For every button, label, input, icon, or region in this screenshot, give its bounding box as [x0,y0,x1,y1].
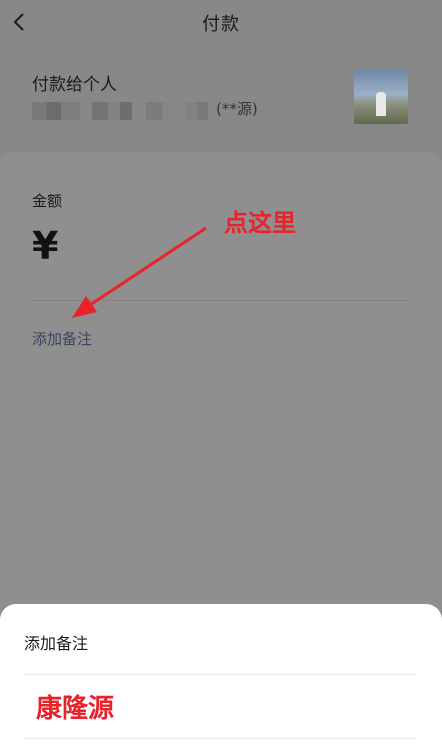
sheet-divider [24,674,416,675]
sheet-title: 添加备注 [24,634,89,653]
sheet-divider [24,738,416,739]
annotation-arrow-icon [72,226,207,318]
add-note-sheet: 添加备注 康隆源 [0,604,442,756]
note-input[interactable]: 康隆源 [36,688,114,725]
